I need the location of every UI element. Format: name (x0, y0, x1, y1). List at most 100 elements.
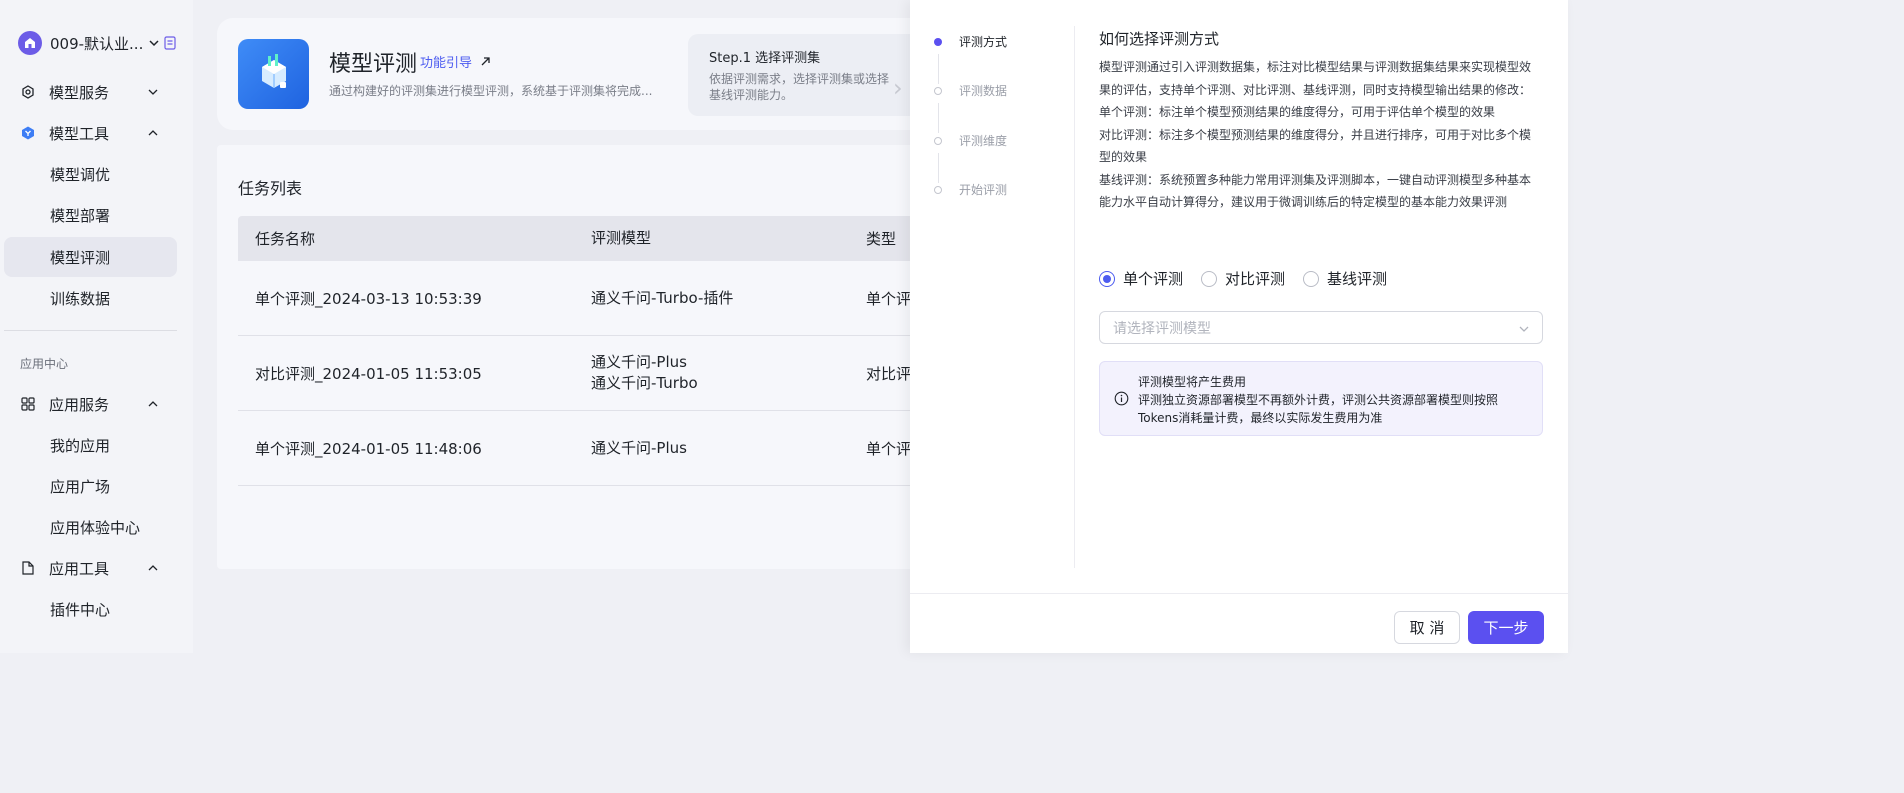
step-connector (937, 153, 939, 183)
column-header: 类型 (866, 230, 897, 248)
select-placeholder: 请选择评测模型 (1113, 320, 1211, 337)
step-title: Step.1 选择评测集 (709, 51, 821, 66)
chevron-down-icon (1519, 326, 1529, 332)
chevron-up-icon (148, 565, 158, 571)
step-connector (937, 54, 939, 84)
section-label: 应用中心 (20, 357, 69, 371)
step-dot (934, 186, 942, 194)
sidebar-item-model-tuning[interactable]: 模型调优 (0, 154, 193, 194)
model-eval-product-icon (238, 39, 309, 109)
info-title: 如何选择评测方式 (1099, 30, 1220, 48)
header-card: 模型评测 功能引导 通过构建好的评测集进行模型评测，系统基于评测集将完成... … (217, 18, 937, 130)
radio-label: 基线评测 (1327, 270, 1388, 288)
table-row[interactable]: 对比评测_2024-01-05 11:53:05 通义千问-Plus 通义千问-… (238, 336, 937, 411)
page-title: 模型评测 (329, 52, 418, 77)
column-header: 任务名称 (255, 230, 316, 248)
external-arrow-icon (481, 57, 490, 66)
chevron-down-icon (149, 40, 159, 47)
cost-notice: 评测模型将产生费用 评测独立资源部署模型不再额外计费，评测公共资源部署模型则按照… (1099, 361, 1543, 436)
sidebar-item-app-experience[interactable]: 应用体验中心 (0, 507, 193, 547)
step-card: Step.1 选择评测集 依据评测需求，选择评测集或选择基线评测能力。 › (688, 34, 937, 116)
notice-body: 评测独立资源部署模型不再额外计费，评测公共资源部署模型则按照Tokens消耗量计… (1138, 393, 1499, 425)
task-type: 对比评 (866, 364, 912, 383)
radio-label: 单个评测 (1123, 270, 1184, 288)
notice-title: 评测模型将产生费用 (1138, 375, 1247, 389)
sidebar-item-model-tools[interactable]: 模型工具 (0, 113, 193, 153)
sidebar-item-label: 模型评测 (50, 248, 111, 267)
eval-model: 通义千问-Turbo (591, 374, 698, 392)
radio-label: 对比评测 (1225, 270, 1286, 288)
eval-method-radio-group: 单个评测 对比评测 基线评测 (1099, 268, 1405, 289)
task-type: 单个评 (866, 439, 912, 458)
table-header: 任务名称 评测模型 类型 (238, 216, 937, 261)
step-label: 评测维度 (959, 134, 1008, 148)
info-icon (1114, 391, 1129, 406)
task-type: 单个评 (866, 289, 912, 308)
sidebar-item-label: 插件中心 (50, 600, 111, 619)
sidebar-item-app-service[interactable]: 应用服务 (0, 384, 193, 424)
sidebar-item-model-eval[interactable]: 模型评测 (4, 237, 177, 277)
radio-compare-eval[interactable]: 对比评测 (1201, 268, 1285, 289)
radio-single-eval[interactable]: 单个评测 (1099, 268, 1183, 289)
sidebar-item-my-apps[interactable]: 我的应用 (0, 425, 193, 465)
next-step-button[interactable]: 下一步 (1468, 611, 1544, 644)
column-header: 评测模型 (591, 229, 652, 247)
step-dot (934, 137, 942, 145)
eval-model: 通义千问-Plus (591, 353, 687, 371)
sidebar-item-label: 应用工具 (49, 559, 110, 578)
workspace-name: 009-默认业... (50, 34, 144, 53)
sidebar-item-label: 模型部署 (50, 206, 111, 225)
cancel-button[interactable]: 取 消 (1394, 611, 1460, 644)
sidebar-item-app-square[interactable]: 应用广场 (0, 466, 193, 506)
document-icon[interactable] (164, 36, 176, 50)
model-service-icon (22, 85, 34, 99)
sidebar-item-app-tools[interactable]: 应用工具 (0, 548, 193, 588)
sidebar-item-label: 训练数据 (50, 289, 111, 308)
sidebar-item-model-service[interactable]: 模型服务 (0, 72, 193, 112)
chevron-up-icon (148, 401, 158, 407)
info-line: 单个评测：标注单个模型预测结果的维度得分，可用于评估单个模型的效果 (1099, 105, 1496, 119)
feature-guide-label: 功能引导 (420, 56, 473, 71)
task-list-card: 任务列表 任务名称 评测模型 类型 单个评测_2024-03-13 10:53:… (217, 145, 937, 569)
eval-models: 通义千问-Plus 通义千问-Turbo (591, 352, 698, 394)
eval-model: 通义千问-Plus (591, 438, 687, 457)
task-name: 单个评测_2024-03-13 10:53:39 (255, 289, 482, 308)
sidebar-item-label: 模型服务 (49, 83, 110, 102)
workspace-switcher[interactable]: 009-默认业... (18, 30, 161, 56)
sidebar-item-training-data[interactable]: 训练数据 (0, 278, 193, 318)
step-label: 评测数据 (959, 84, 1008, 98)
info-line: 基线评测：系统预置多种能力常用评测集及评测脚本，一键自动评测模型多种基本能力水平… (1099, 172, 1532, 210)
footer-divider (910, 593, 1568, 594)
workspace-logo-icon (18, 31, 42, 55)
feature-guide-link[interactable]: 功能引导 (420, 52, 491, 71)
table-row[interactable]: 单个评测_2024-01-05 11:48:06 通义千问-Plus 单个评 (238, 411, 937, 486)
sidebar-item-model-deploy[interactable]: 模型部署 (0, 195, 193, 235)
sidebar-item-label: 模型调优 (50, 165, 111, 184)
app-tools-icon (22, 561, 34, 575)
step-description: 依据评测需求，选择评测集或选择基线评测能力。 (709, 72, 890, 102)
step-label: 开始评测 (959, 183, 1008, 197)
step-dot (934, 87, 942, 95)
sidebar-item-label: 应用广场 (50, 477, 111, 496)
eval-model: 通义千问-Turbo-插件 (591, 288, 734, 307)
chevron-down-icon (148, 89, 158, 95)
sidebar-item-label: 模型工具 (49, 124, 110, 143)
radio-unchecked-icon (1201, 270, 1218, 287)
sidebar-divider (4, 330, 177, 331)
radio-baseline-eval[interactable]: 基线评测 (1303, 268, 1387, 289)
main-content: 模型评测 功能引导 通过构建好的评测集进行模型评测，系统基于评测集将完成... … (193, 0, 937, 653)
info-body: 模型评测通过引入评测数据集，标注对比模型结果与评测数据集结果来实现模型效果的评估… (1099, 56, 1539, 214)
page-description: 通过构建好的评测集进行模型评测，系统基于评测集将完成... (329, 84, 653, 98)
task-list-title: 任务列表 (238, 179, 303, 198)
sidebar-item-label: 应用服务 (49, 395, 110, 414)
step-connector (937, 103, 939, 133)
table-row[interactable]: 单个评测_2024-03-13 10:53:39 通义千问-Turbo-插件 单… (238, 261, 937, 336)
step-label: 评测方式 (959, 35, 1008, 49)
eval-model-select[interactable]: 请选择评测模型 (1099, 311, 1543, 344)
task-table: 任务名称 评测模型 类型 单个评测_2024-03-13 10:53:39 通义… (238, 216, 937, 486)
step-dot-active (934, 38, 942, 46)
vertical-divider (1074, 26, 1075, 568)
grid-icon (21, 397, 35, 411)
sidebar-item-plugin-center[interactable]: 插件中心 (0, 589, 193, 629)
sidebar-item-label: 应用体验中心 (50, 518, 141, 537)
